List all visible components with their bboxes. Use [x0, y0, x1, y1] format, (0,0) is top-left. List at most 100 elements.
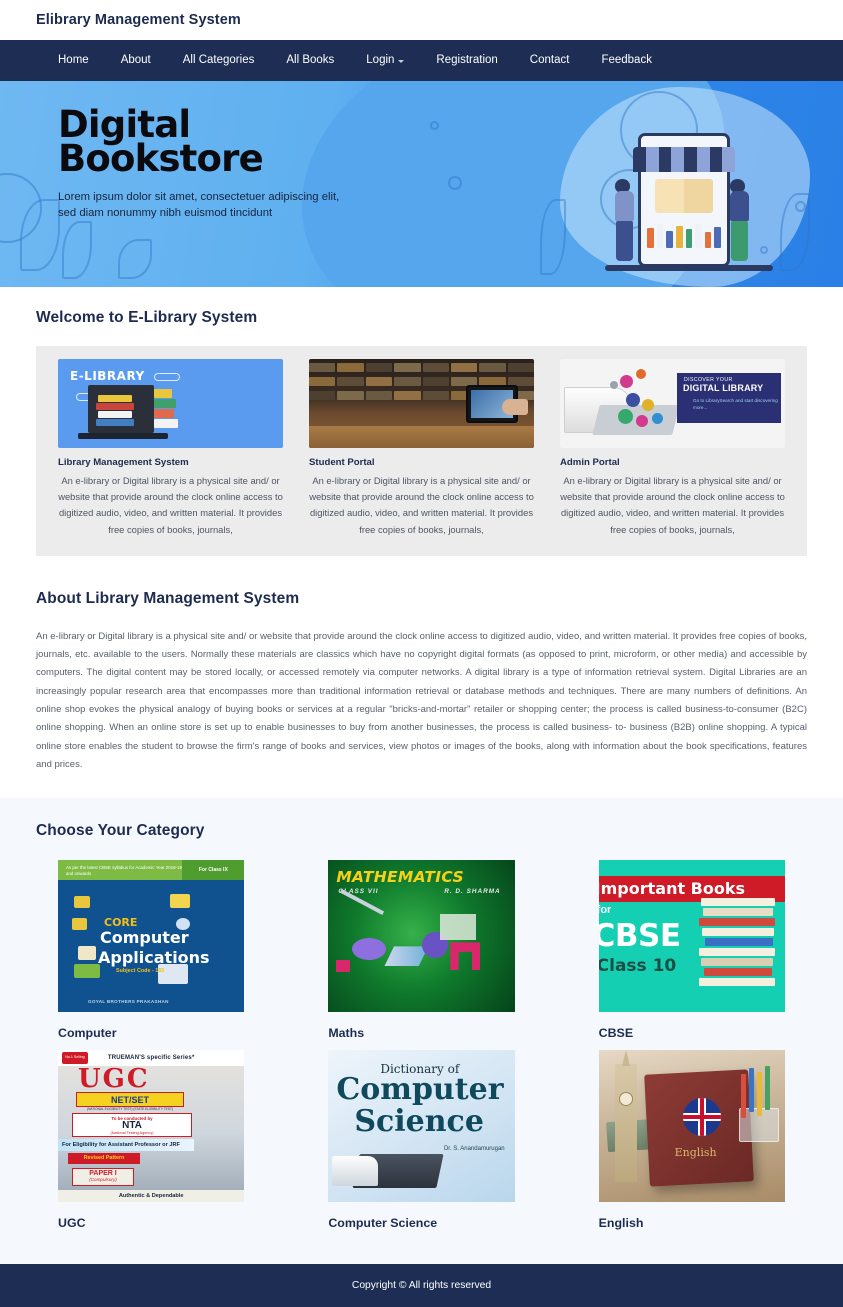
category-card-computer-science[interactable]: Dictionary of Computer Science Dr. S. An… — [306, 1050, 536, 1230]
page-footer: Copyright © All rights reserved — [0, 1264, 843, 1307]
nav-label: About — [120, 54, 151, 66]
category-image-computer-science: Dictionary of Computer Science Dr. S. An… — [328, 1050, 515, 1203]
nav-item-feedback[interactable]: Feedback — [585, 40, 668, 81]
computer-cover-banner-right: For Class IX — [182, 860, 245, 881]
site-title: Elibrary Management System — [36, 12, 241, 28]
hero-banner: Digital Bookstore Lorem ipsum dolor sit … — [0, 81, 843, 287]
computer-cover-line3: Applications — [98, 948, 210, 968]
person-left-illustration — [615, 179, 634, 261]
welcome-section: Welcome to E-Library System E-LIBRARY Li… — [0, 287, 843, 574]
category-image-maths: MATHEMATICS CLASS VII R. D. SHARMA — [328, 860, 515, 1013]
category-label: UGC — [58, 1216, 86, 1231]
category-image-ugc: TRUEMAN'S specific Series* No.1 Selling … — [58, 1050, 245, 1203]
elibrary-image-caption: E-LIBRARY — [70, 369, 145, 383]
card-title: Admin Portal — [560, 457, 620, 468]
cs-cover-author: Dr. S. Anandamurugan — [443, 1146, 505, 1153]
welcome-card-student-portal[interactable]: Student Portal An e-library or Digital l… — [309, 359, 534, 538]
nav-label: All Categories — [182, 54, 255, 66]
ugc-cover-title: UGC — [78, 1064, 150, 1095]
ugc-cover-agency-block: To be conducted by NTA (National Testing… — [72, 1113, 192, 1138]
main-navigation: Home About All Categories All Books Logi… — [0, 40, 843, 81]
copyright-text: Copyright © All rights reserved — [351, 1280, 492, 1292]
hero-title-line2: Bookstore — [58, 137, 264, 181]
hero-illustration — [585, 105, 785, 280]
ugc-cover-exam-sub: (NATIONAL ELIGIBILITY TEST) (STATE ELIGI… — [87, 1107, 173, 1112]
leaf-decoration — [118, 239, 152, 279]
card-title: Library Management System — [58, 457, 189, 468]
nav-label: Registration — [436, 54, 498, 66]
cs-cover-line2: Computer — [336, 1072, 504, 1108]
about-paragraph: An e-library or Digital library is a phy… — [36, 630, 807, 770]
nav-item-registration[interactable]: Registration — [420, 40, 513, 81]
nav-label: Contact — [529, 54, 570, 66]
computer-cover-line4: Subject Code - 165 — [116, 968, 165, 975]
cs-cover-line3: Science — [354, 1104, 484, 1140]
person-right-illustration — [730, 179, 749, 261]
book-stack-decoration — [698, 896, 777, 987]
nav-item-about[interactable]: About — [105, 40, 167, 81]
ugc-cover-revised: Revised Pattern — [68, 1153, 140, 1165]
category-label: Maths — [328, 1026, 365, 1041]
dot-decoration — [430, 121, 439, 130]
english-cover-title: English — [674, 1146, 717, 1160]
brand-bar: Elibrary Management System — [0, 0, 843, 40]
category-card-ugc[interactable]: TRUEMAN'S specific Series* No.1 Selling … — [36, 1050, 266, 1230]
nav-list: Home About All Categories All Books Logi… — [42, 40, 668, 81]
about-section: About Library Management System An e-lib… — [0, 573, 843, 799]
cbse-cover-line2: for — [599, 904, 612, 917]
card-image-student-portal — [309, 359, 534, 448]
card-image-library-management-system: E-LIBRARY — [58, 359, 283, 448]
nav-item-all-books[interactable]: All Books — [270, 40, 350, 81]
ugc-cover-exam: NET/SET — [76, 1092, 184, 1108]
nav-item-contact[interactable]: Contact — [514, 40, 586, 81]
cbse-cover-line3: CBSE — [598, 918, 681, 955]
category-card-computer[interactable]: As per the latest CBSE syllabus for Acad… — [36, 860, 266, 1040]
nav-label: Home — [58, 54, 89, 66]
card-title: Student Portal — [309, 457, 375, 468]
about-heading: About Library Management System — [36, 589, 300, 607]
cbse-cover-line4: Class 10 — [598, 956, 677, 977]
union-jack-icon — [682, 1098, 721, 1137]
category-label: Computer Science — [328, 1216, 438, 1231]
chevron-down-icon — [398, 60, 405, 63]
nav-item-all-categories[interactable]: All Categories — [167, 40, 271, 81]
maths-cover-title: MATHEMATICS — [336, 868, 464, 887]
nav-item-login[interactable]: Login — [350, 40, 420, 81]
maths-cover-author: R. D. SHARMA — [444, 888, 501, 896]
card-image-admin-portal: DISCOVER YOUR DIGITAL LIBRARY Go to Libr… — [560, 359, 785, 448]
category-image-english: English — [598, 1050, 785, 1203]
card-body: An e-library or Digital library is a phy… — [309, 475, 534, 535]
big-ben-icon — [614, 1050, 637, 1183]
hero-title: Digital Bookstore — [58, 106, 358, 181]
welcome-card-admin-portal[interactable]: DISCOVER YOUR DIGITAL LIBRARY Go to Libr… — [560, 359, 785, 538]
ugc-cover-paper-block: PAPER I (Compulsory) — [72, 1168, 134, 1187]
nav-label: Login — [366, 54, 395, 66]
nav-label: All Books — [286, 54, 335, 66]
nav-item-home[interactable]: Home — [42, 40, 105, 81]
computer-cover-banner-left: As per the latest CBSE syllabus for Acad… — [66, 865, 182, 877]
card-body: An e-library or Digital library is a phy… — [560, 475, 785, 535]
nav-label: Feedback — [601, 54, 652, 66]
category-image-cbse: Important Books for CBSE Class 10 — [598, 860, 785, 1013]
ugc-cover-paper: PAPER I — [89, 1170, 117, 1178]
computer-cover-line2: Computer — [100, 928, 189, 948]
ugc-cover-agency-full: (National Testing Agency) — [110, 1131, 154, 1136]
ugc-cover-paper-sub: (Compulsory) — [89, 1177, 117, 1183]
welcome-card-library-management-system[interactable]: E-LIBRARY Library Management System An e — [58, 359, 283, 538]
hero-subtitle: Lorem ipsum dolor sit amet, consectetuer… — [58, 191, 340, 220]
category-image-computer: As per the latest CBSE syllabus for Acad… — [58, 860, 245, 1013]
dot-decoration — [448, 176, 462, 190]
leaf-decoration — [62, 221, 92, 279]
category-card-maths[interactable]: MATHEMATICS CLASS VII R. D. SHARMA Maths — [306, 860, 536, 1040]
ugc-cover-tag: No.1 Selling — [62, 1052, 88, 1065]
pencils-decoration — [739, 1066, 779, 1122]
admin-panel-line2: DIGITAL LIBRARY — [683, 383, 764, 393]
welcome-heading: Welcome to E-Library System — [36, 309, 258, 326]
admin-panel-line3: Go to LibrarySearch and start discoverin… — [693, 398, 778, 410]
ugc-cover-footer: Authentic & Dependable — [58, 1190, 245, 1203]
open-book-icon — [655, 179, 713, 213]
category-card-english[interactable]: English English — [577, 1050, 807, 1230]
categories-grid: As per the latest CBSE syllabus for Acad… — [36, 860, 807, 1230]
welcome-cards: E-LIBRARY Library Management System An e — [36, 346, 807, 556]
category-card-cbse[interactable]: Important Books for CBSE Class 10 — [577, 860, 807, 1040]
